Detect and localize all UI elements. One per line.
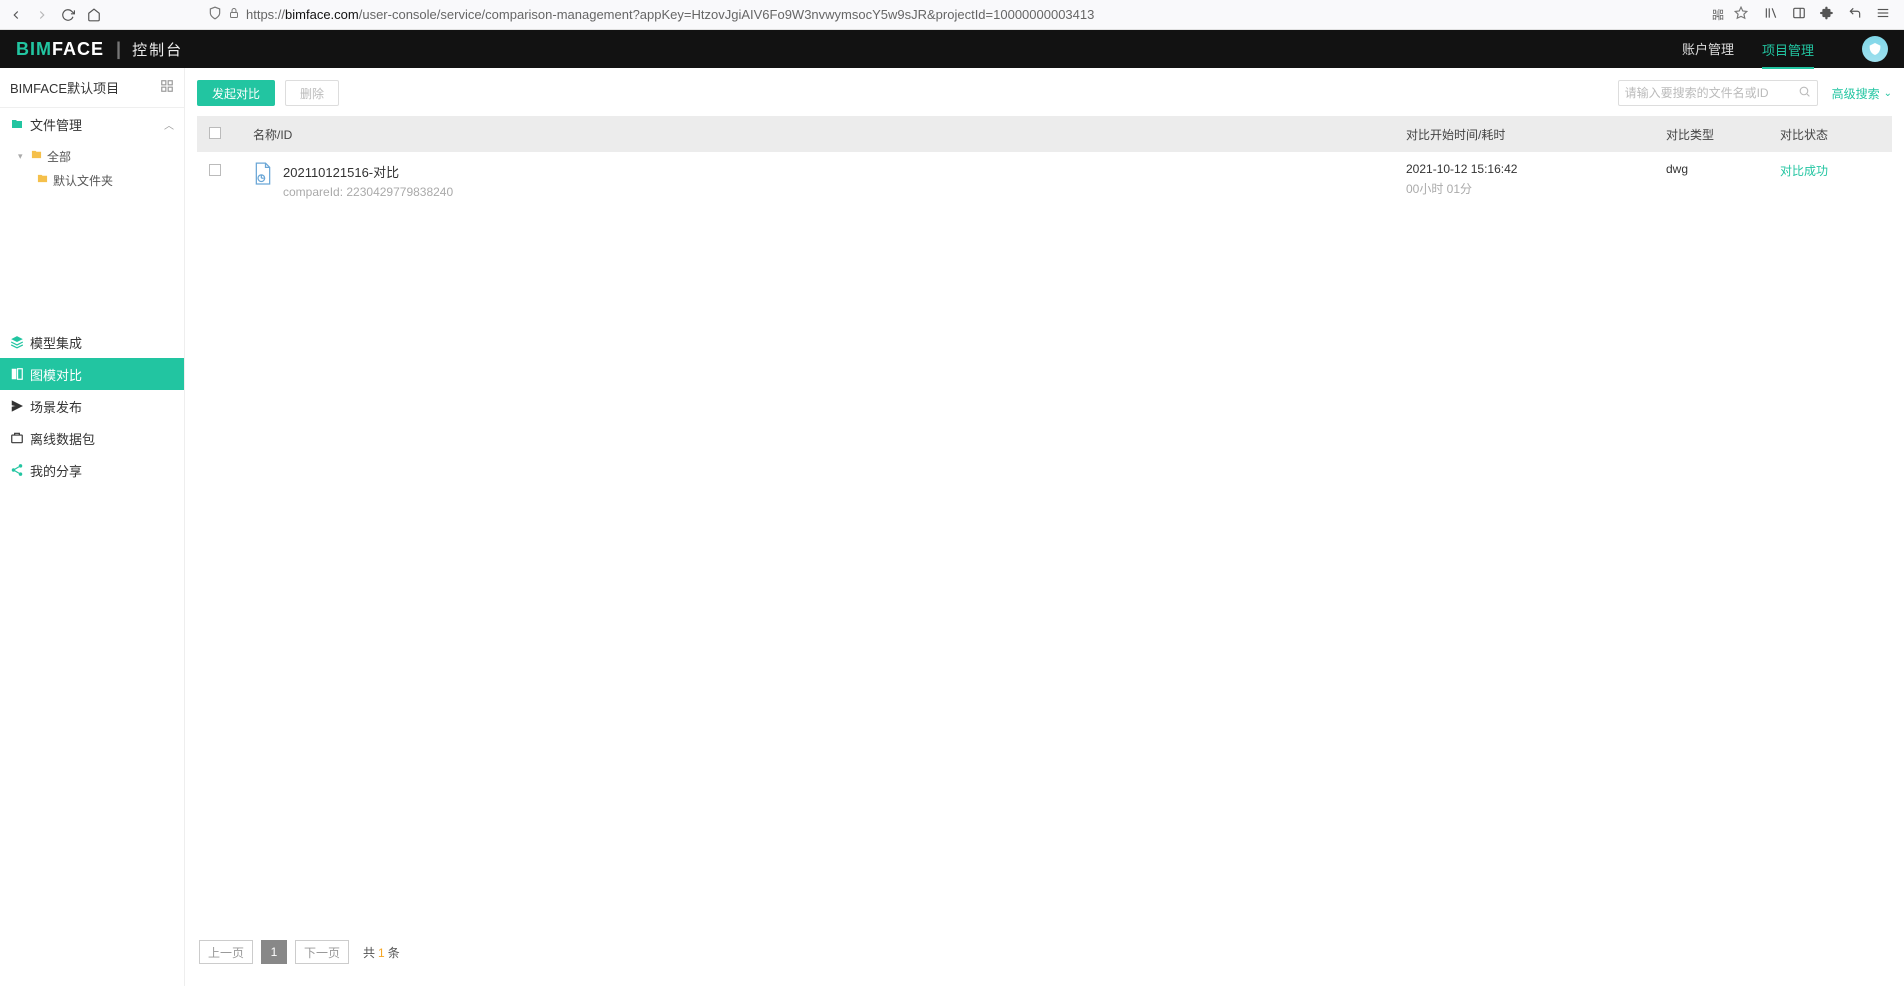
comparison-table: 名称/ID 对比开始时间/耗时 对比类型 对比状态 202110121516-对…	[197, 116, 1892, 930]
nav-label: 图模对比	[30, 365, 82, 384]
caret-down-icon: ▾	[18, 151, 26, 162]
th-status: 对比状态	[1780, 126, 1880, 143]
url-text: https://bimface.com/user-console/service…	[246, 7, 1094, 22]
nav-label: 离线数据包	[30, 429, 95, 448]
shield-icon	[208, 6, 222, 23]
row-duration: 00小时 01分	[1406, 180, 1666, 197]
folder-icon	[10, 118, 24, 130]
brand-logo: BIMFACE |	[16, 39, 124, 60]
row-compare-id: compareId: 2230429779838240	[283, 185, 453, 199]
compare-icon	[10, 367, 24, 381]
next-page-button[interactable]: 下一页	[295, 940, 349, 964]
project-title: BIMFACE默认项目	[10, 78, 119, 97]
package-icon	[10, 431, 24, 445]
row-time: 2021-10-12 15:16:42	[1406, 162, 1666, 176]
delete-button[interactable]: 删除	[285, 80, 339, 106]
search-box[interactable]	[1618, 80, 1818, 106]
file-icon	[253, 162, 273, 186]
table-header: 名称/ID 对比开始时间/耗时 对比类型 对比状态	[197, 116, 1892, 152]
chevron-down-icon: ⌄	[1884, 88, 1892, 99]
browser-home-button[interactable]	[86, 7, 102, 23]
extension-icon[interactable]	[1820, 6, 1834, 23]
page-1-button[interactable]: 1	[261, 940, 287, 964]
nav-model-integrate[interactable]: 模型集成	[0, 326, 184, 358]
folder-icon	[36, 173, 49, 187]
chevron-up-icon: ︿	[164, 117, 174, 132]
brand-subtitle: 控制台	[132, 39, 183, 60]
content-area: 发起对比 删除 高级搜索 ⌄ 名称/ID 对比开始时间/耗时	[185, 68, 1904, 986]
library-icon[interactable]	[1764, 6, 1778, 23]
nav-label: 我的分享	[30, 461, 82, 480]
publish-icon	[10, 399, 24, 413]
tree-root-label: 全部	[47, 148, 71, 165]
nav-label: 文件管理	[30, 115, 82, 134]
app-header: BIMFACE | 控制台 账户管理 项目管理	[0, 30, 1904, 68]
folder-icon	[30, 149, 43, 163]
prev-page-button[interactable]: 上一页	[199, 940, 253, 964]
brand[interactable]: BIMFACE | 控制台	[16, 39, 183, 60]
browser-url-bar[interactable]: https://bimface.com/user-console/service…	[200, 4, 1756, 25]
th-time: 对比开始时间/耗时	[1406, 126, 1666, 143]
table-row[interactable]: 202110121516-对比 compareId: 2230429779838…	[197, 152, 1892, 209]
browser-forward-button[interactable]	[34, 7, 50, 23]
hamburger-icon[interactable]	[1876, 6, 1890, 23]
share-icon	[10, 463, 24, 477]
layers-icon	[10, 335, 24, 349]
th-name: 名称/ID	[253, 126, 1406, 143]
row-checkbox[interactable]	[209, 164, 221, 176]
toolbar: 发起对比 删除 高级搜索 ⌄	[197, 80, 1892, 106]
apps-grid-icon[interactable]	[160, 79, 174, 96]
nav-offline-package[interactable]: 离线数据包	[0, 422, 184, 454]
lock-icon	[228, 7, 240, 22]
row-status: 对比成功	[1780, 162, 1880, 179]
pager-total: 共1条	[363, 944, 400, 961]
star-icon[interactable]	[1734, 6, 1748, 23]
tree-child[interactable]: 默认文件夹	[10, 168, 184, 192]
tree-root[interactable]: ▾ 全部	[10, 144, 184, 168]
tree-child-label: 默认文件夹	[53, 172, 113, 189]
search-input[interactable]	[1625, 86, 1798, 100]
advanced-search-link[interactable]: 高级搜索 ⌄	[1832, 85, 1892, 102]
select-all-checkbox[interactable]	[209, 127, 221, 139]
header-link-account[interactable]: 账户管理	[1682, 39, 1734, 60]
nav-compare[interactable]: 图模对比	[0, 358, 184, 390]
row-type: dwg	[1666, 162, 1780, 176]
search-icon[interactable]	[1798, 85, 1811, 101]
th-type: 对比类型	[1666, 126, 1780, 143]
nav-file-management[interactable]: 文件管理 ︿	[0, 108, 184, 140]
row-title: 202110121516-对比	[283, 162, 453, 181]
sidebar-toggle-icon[interactable]	[1792, 6, 1806, 23]
start-compare-button[interactable]: 发起对比	[197, 80, 275, 106]
project-header: BIMFACE默认项目	[0, 68, 184, 108]
sidebar: BIMFACE默认项目 文件管理 ︿ ▾ 全部	[0, 68, 185, 986]
nav-scene-publish[interactable]: 场景发布	[0, 390, 184, 422]
header-link-project[interactable]: 项目管理	[1762, 40, 1814, 69]
undo-icon[interactable]	[1848, 6, 1862, 23]
nav-label: 模型集成	[30, 333, 82, 352]
avatar[interactable]	[1862, 36, 1888, 62]
browser-reload-button[interactable]	[60, 7, 76, 23]
pagination: 上一页 1 下一页 共1条	[197, 930, 1892, 974]
file-tree: ▾ 全部 默认文件夹	[0, 140, 184, 196]
advanced-search-label: 高级搜索	[1832, 85, 1880, 102]
browser-back-button[interactable]	[8, 7, 24, 23]
nav-my-share[interactable]: 我的分享	[0, 454, 184, 486]
browser-toolbar: https://bimface.com/user-console/service…	[0, 0, 1904, 30]
translate-icon[interactable]: 嘂	[1712, 6, 1724, 23]
nav-label: 场景发布	[30, 397, 82, 416]
